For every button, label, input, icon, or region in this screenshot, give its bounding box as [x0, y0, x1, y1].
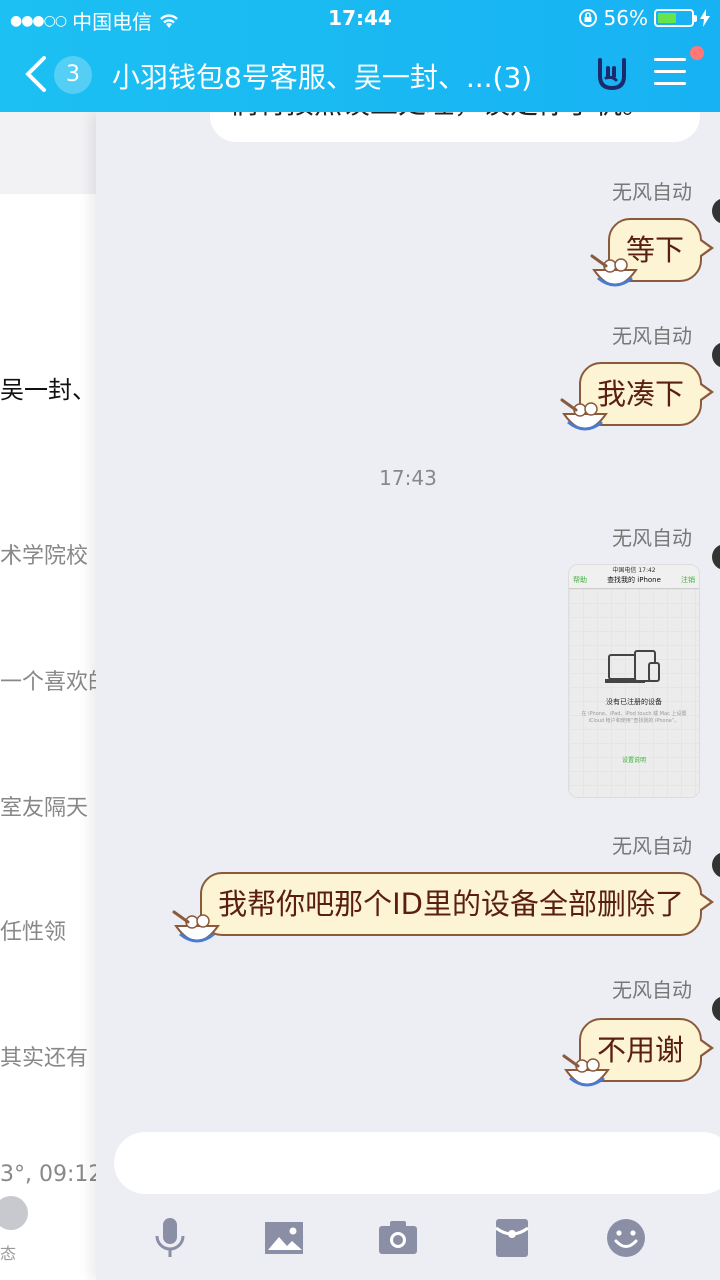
hand-gesture-icon[interactable] [592, 54, 632, 94]
chat-title[interactable]: 小羽钱包8号客服、吴一封、...(3) [112, 56, 562, 96]
emoji-icon[interactable] [604, 1216, 648, 1260]
status-right: 56% [578, 6, 710, 30]
background-line: 一个喜欢的 [0, 670, 111, 695]
sender-name: 无风自动 [612, 834, 692, 858]
time-divider: 17:43 [379, 466, 437, 490]
background-line: 术学院校 [0, 544, 89, 569]
image-link: 设置说明 [621, 757, 646, 764]
avatar[interactable] [712, 342, 720, 368]
status-bar: ●●●○○ 中国电信 17:44 56% [0, 0, 720, 38]
avatar[interactable] [712, 198, 720, 224]
image-body: 没有已注册的设备 在 iPhone、iPad、iPod touch 或 Mac … [569, 589, 699, 797]
bowl-decoration-icon [590, 254, 638, 287]
battery-percent: 56% [603, 6, 648, 30]
message-bubble[interactable]: 我帮你吧那个ID里的设备全部删除了 [200, 872, 714, 936]
background-nav-label: 态 [0, 1244, 17, 1263]
avatar[interactable] [712, 544, 720, 570]
microphone-icon[interactable] [148, 1216, 192, 1260]
menu-icon[interactable] [654, 58, 686, 88]
image-caption: 没有已注册的设备 [606, 698, 662, 706]
avatar[interactable] [712, 852, 720, 878]
image-status-bar: 中国电信 17:42 [612, 567, 656, 574]
unread-count-badge[interactable]: 3 [54, 56, 92, 94]
charging-icon [700, 9, 710, 27]
bowl-decoration-icon [560, 398, 608, 431]
background-line: 3°, 09:12 [0, 1162, 103, 1187]
sender-name: 无风自动 [612, 978, 692, 1002]
sender-name: 无风自动 [612, 324, 692, 348]
chat-panel[interactable]: 们将按照误工处理，谈定你手机。 无风自动 等下 无风自动 我凑下 17:43 无… [96, 112, 720, 1280]
rotation-lock-icon [578, 9, 597, 27]
battery-icon [654, 9, 697, 27]
back-chevron-icon[interactable] [22, 54, 50, 94]
image-message[interactable]: 中国电信 17:42 帮助 查找我的 iPhone 注销 没有已注册的设备 在 … [568, 564, 700, 798]
background-line: 其实还有 [0, 1046, 89, 1071]
red-packet-icon[interactable] [490, 1216, 534, 1260]
message-text: 我凑下 [596, 377, 684, 411]
title-bar: 3 小羽钱包8号客服、吴一封、...(3) [0, 38, 720, 112]
message-text: 我帮你吧那个ID里的设备全部删除了 [218, 887, 684, 921]
input-toolbar [96, 1208, 720, 1280]
notification-dot [690, 46, 704, 60]
camera-icon[interactable] [376, 1216, 420, 1260]
image-icon[interactable] [262, 1216, 306, 1260]
image-subtext: 在 iPhone、iPad、iPod touch 或 Mac 上设置 iClou… [581, 711, 687, 724]
planet-icon [0, 1196, 28, 1230]
bowl-decoration-icon [172, 910, 220, 943]
background-line: 室友隔天 [0, 796, 89, 821]
avatar[interactable] [712, 996, 720, 1022]
background-line: 吴一封、 [0, 376, 96, 404]
sender-name: 无风自动 [612, 180, 692, 204]
message-text: 们将按照误工处理，谈定你手机。 [230, 112, 650, 122]
bowl-decoration-icon [562, 1054, 610, 1087]
sender-name: 无风自动 [612, 526, 692, 550]
message-input[interactable] [114, 1132, 720, 1194]
input-area [96, 1116, 720, 1280]
image-header: 帮助 查找我的 iPhone 注销 [569, 575, 699, 589]
battery-level [658, 13, 676, 23]
message-bubble-partial: 们将按照误工处理，谈定你手机。 [210, 112, 700, 142]
background-line: 任性领 [0, 920, 67, 945]
devices-icon [605, 650, 660, 683]
